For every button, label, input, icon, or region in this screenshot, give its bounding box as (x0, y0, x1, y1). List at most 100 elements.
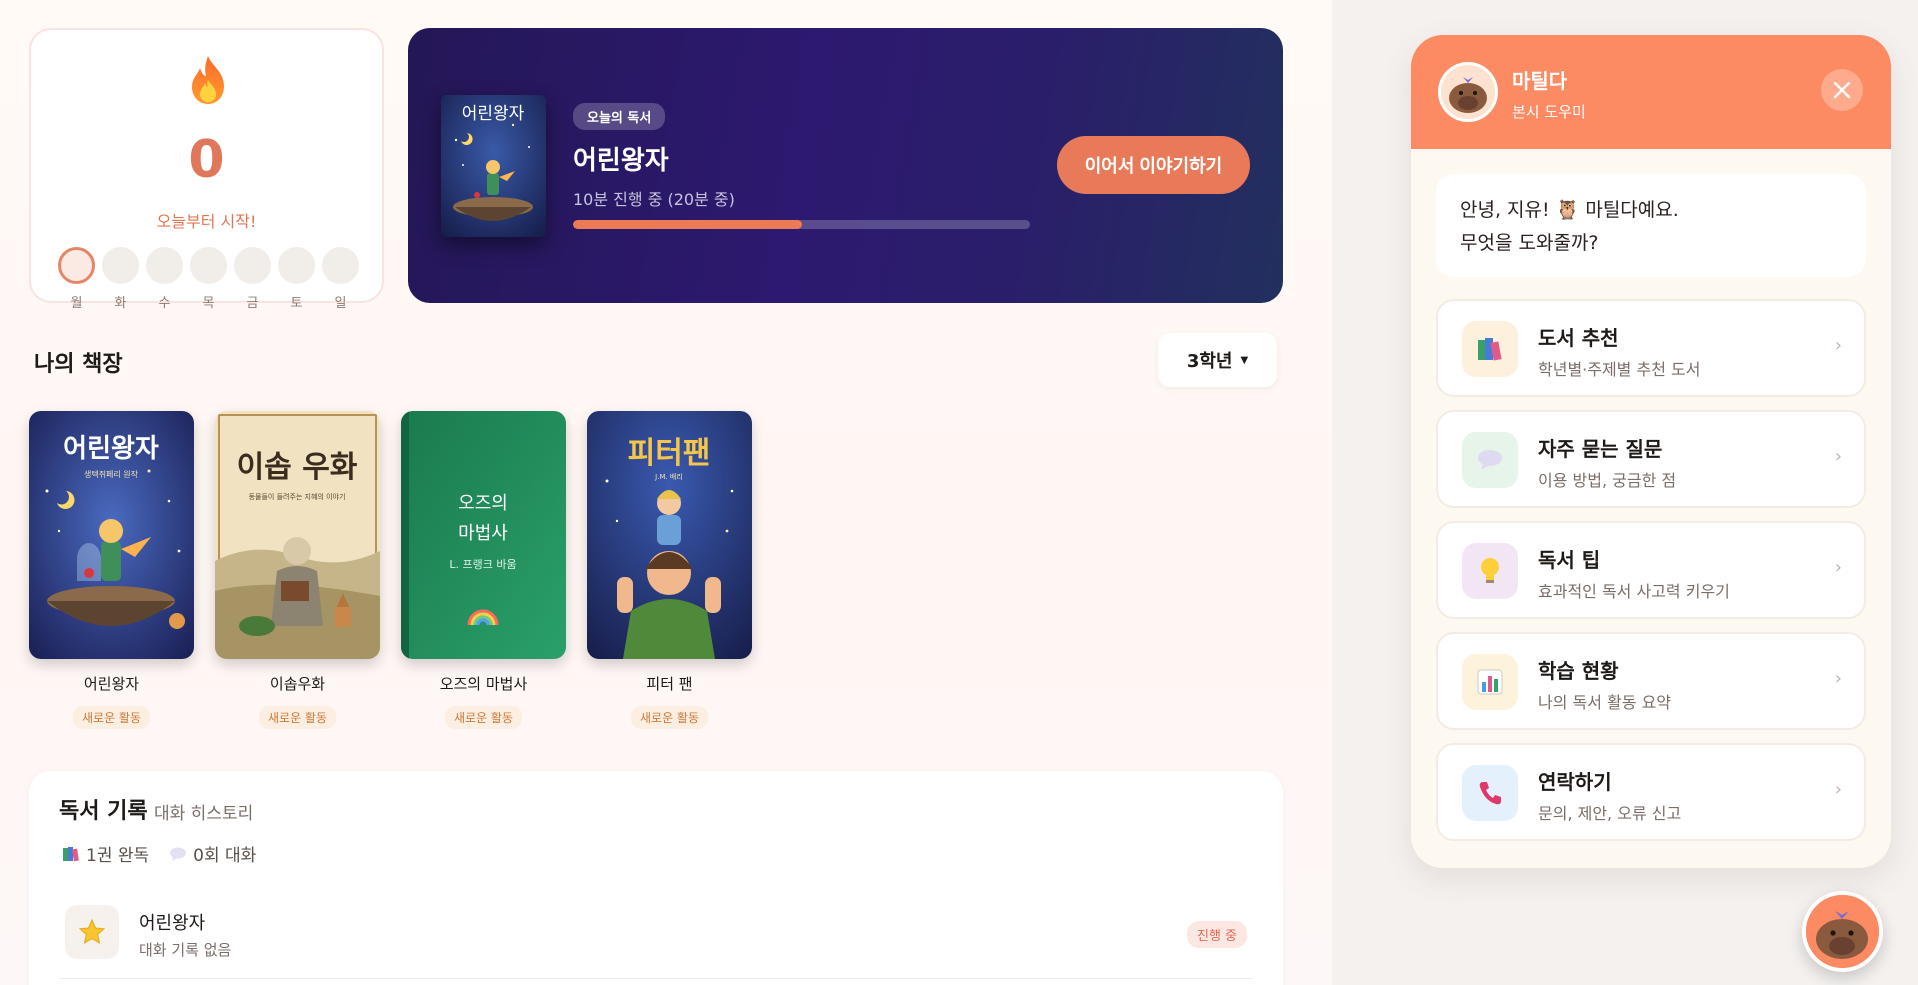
reading-log-title: 독서 기록 (59, 799, 148, 824)
chevron-right-icon: › (1834, 335, 1842, 356)
menu-item-title: 도서 추천 (1538, 326, 1619, 350)
bar-chart-icon (1477, 669, 1503, 695)
streak-message: 오늘부터 시작! (156, 212, 257, 231)
day-dot (322, 247, 359, 284)
day-sat: 토 (278, 247, 315, 311)
close-button[interactable] (1821, 69, 1863, 111)
assistant-menu: 도서 추천 학년별·주제별 추천 도서 › 자주 묻는 질문 이용 방법, 궁금… (1436, 299, 1866, 854)
little-prince-cover-art: 어린왕자 생텍쥐페리 원작 (29, 411, 194, 659)
books-icon (63, 846, 79, 861)
wizard-of-oz-cover-art: 오즈의 마법사 L. 프랭크 바움 (401, 411, 566, 659)
today-progress-fill (573, 220, 802, 229)
today-progress-bar (573, 220, 1030, 229)
menu-icon-box (1462, 765, 1518, 821)
log-item-desc: 대화 기록 없음 (139, 941, 232, 959)
close-icon (1833, 81, 1851, 99)
assistant-name: 마틸다 (1512, 69, 1568, 93)
streak-count: 0 (188, 130, 225, 190)
day-dot (190, 247, 227, 284)
day-label: 금 (246, 296, 259, 311)
assistant-chat-panel: 마틸다 본시 도우미 안녕, 지유! 🦉 마틸다예요. 무엇을 도와줄까? 도서… (1411, 35, 1891, 868)
peter-pan-cover-art: 피터팬 J.M. 배리 (587, 411, 752, 659)
cover-subtitle-text: 동물들이 들려주는 지혜의 이야기 (249, 492, 346, 501)
book-title: 오즈의 마법사 (439, 675, 528, 693)
little-prince-cover-art: 어린왕자 (441, 95, 546, 237)
book-card-wizard-of-oz[interactable]: 오즈의 마법사 L. 프랭크 바움 오즈의 마법사 새로운 활동 (401, 411, 566, 729)
cover-subtitle-text: J.M. 배리 (654, 472, 683, 481)
speech-bubble-icon (1478, 450, 1502, 470)
log-item-icon-box (65, 905, 119, 959)
day-wed: 수 (146, 247, 183, 311)
book-cover[interactable]: 이솝 우화 동물들이 들려주는 지혜의 이야기 (215, 411, 380, 659)
chat-header: 마틸다 본시 도우미 (1411, 35, 1891, 149)
menu-item-title: 연락하기 (1538, 770, 1612, 794)
grade-select[interactable]: 3학년 ▼ (1158, 333, 1277, 387)
cover-subtitle-text: 생텍쥐페리 원작 (84, 469, 139, 479)
day-dot (146, 247, 183, 284)
assistant-role: 본시 도우미 (1512, 103, 1586, 121)
avatar (1438, 62, 1498, 122)
reading-log-item[interactable]: 어린왕자 대화 기록 없음 진행 중 (59, 891, 1253, 979)
greeting-bubble: 안녕, 지유! 🦉 마틸다예요. 무엇을 도와줄까? (1436, 174, 1866, 277)
day-label: 월 (70, 296, 83, 311)
book-tag: 새로운 활동 (72, 706, 150, 729)
phone-icon (1479, 782, 1501, 805)
today-reading-card: 어린왕자 오늘의 독서 어린왕자 10분 진행 중 (20분 중) 이어서 이야… (408, 28, 1283, 303)
day-fri: 금 (234, 247, 271, 311)
reading-log-stats: 1권 완독 0회 대화 (62, 841, 256, 866)
day-label: 토 (290, 296, 303, 311)
chevron-right-icon: › (1834, 668, 1842, 689)
bookshelf-list: 어린왕자 생텍쥐페리 원작 어린왕자 새로운 활동 이솝 우화 동물들이 들려주… (29, 411, 752, 729)
status-badge: 진행 중 (1186, 921, 1247, 948)
stat-conversations: 0회 대화 (169, 841, 256, 866)
caret-down-icon: ▼ (1240, 354, 1249, 366)
book-cover[interactable]: 어린왕자 생텍쥐페리 원작 (29, 411, 194, 659)
book-cover[interactable]: 피터팬 J.M. 배리 (587, 411, 752, 659)
book-cover[interactable]: 오즈의 마법사 L. 프랭크 바움 (401, 411, 566, 659)
book-card-peter-pan[interactable]: 피터팬 J.M. 배리 피터 팬 새로운 활동 (587, 411, 752, 729)
book-card-little-prince[interactable]: 어린왕자 생텍쥐페리 원작 어린왕자 새로운 활동 (29, 411, 194, 729)
menu-item-book-recommend[interactable]: 도서 추천 학년별·주제별 추천 도서 › (1436, 299, 1866, 397)
menu-icon-box (1462, 654, 1518, 710)
menu-item-faq[interactable]: 자주 묻는 질문 이용 방법, 궁금한 점 › (1436, 410, 1866, 508)
chevron-right-icon: › (1834, 446, 1842, 467)
day-dot (234, 247, 271, 284)
assistant-fab-button[interactable] (1802, 891, 1883, 972)
cover-title-line2: 마법사 (458, 523, 508, 544)
day-label: 수 (158, 296, 171, 311)
book-card-aesop[interactable]: 이솝 우화 동물들이 들려주는 지혜의 이야기 이솝우화 새로운 활동 (215, 411, 380, 729)
day-dot (278, 247, 315, 284)
cover-title-text: 어린왕자 (63, 434, 159, 464)
menu-item-learning-status[interactable]: 학습 현황 나의 독서 활동 요약 › (1436, 632, 1866, 730)
streak-card: 0 오늘부터 시작! 월 화 수 목 금 토 일 (29, 28, 384, 311)
day-sun: 일 (322, 247, 359, 311)
chevron-right-icon: › (1834, 557, 1842, 578)
reading-log-subtitle: 대화 히스토리 (154, 804, 254, 824)
menu-item-title: 학습 현황 (1538, 659, 1619, 683)
today-badge: 오늘의 독서 (573, 103, 666, 130)
today-progress-text: 10분 진행 중 (20분 중) (573, 190, 735, 209)
menu-item-desc: 효과적인 독서 사고력 키우기 (1538, 582, 1730, 601)
cover-title-text: 피터팬 (628, 436, 711, 471)
continue-story-button[interactable]: 이어서 이야기하기 (1057, 136, 1250, 194)
aesop-cover-art: 이솝 우화 동물들이 들려주는 지혜의 이야기 (215, 411, 380, 659)
today-book-cover[interactable]: 어린왕자 (441, 95, 546, 237)
menu-item-reading-tips[interactable]: 독서 팁 효과적인 독서 사고력 키우기 › (1436, 521, 1866, 619)
book-title: 어린왕자 (83, 675, 140, 693)
day-mon: 월 (58, 247, 95, 311)
menu-item-desc: 문의, 제안, 오류 신고 (1538, 804, 1682, 823)
menu-icon-box (1462, 432, 1518, 488)
grade-selected-value: 3학년 (1186, 351, 1233, 372)
capybara-avatar-icon (1441, 65, 1495, 119)
menu-item-contact[interactable]: 연락하기 문의, 제안, 오류 신고 › (1436, 743, 1866, 841)
menu-item-title: 자주 묻는 질문 (1538, 437, 1663, 461)
day-label: 목 (202, 296, 215, 311)
bookshelf-title: 나의 책장 (34, 352, 123, 377)
stat-completed-text: 1권 완독 (86, 846, 150, 866)
star-icon (78, 918, 106, 945)
menu-item-title: 독서 팁 (1538, 548, 1601, 572)
cover-title-text: 이솝 우화 (237, 450, 358, 485)
menu-item-desc: 이용 방법, 궁금한 점 (1538, 471, 1677, 490)
day-label: 일 (334, 296, 347, 311)
books-icon (1478, 338, 1502, 361)
